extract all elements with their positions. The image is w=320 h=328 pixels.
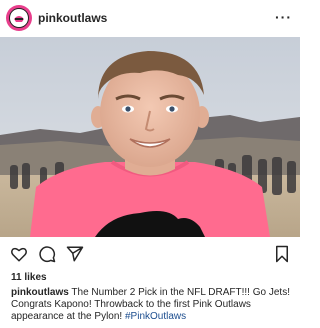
post-photo-illustration [0, 37, 300, 237]
post-caption: pinkoutlaws The Number 2 Pick in the NFL… [11, 287, 296, 323]
post-header: pinkoutlaws ··· [0, 0, 300, 37]
heart-outline-icon[interactable] [10, 245, 28, 263]
post-photo[interactable] [0, 37, 300, 237]
outlaws-logo-icon [9, 8, 29, 28]
paper-plane-icon[interactable] [66, 245, 84, 263]
action-bar [0, 240, 300, 266]
comment-bubble-icon[interactable] [38, 245, 56, 263]
likes-count[interactable]: 11 likes [11, 272, 47, 283]
bookmark-icon[interactable] [273, 245, 291, 263]
post-username[interactable]: pinkoutlaws [38, 11, 107, 25]
caption-hashtag[interactable]: #PinkOutlaws [125, 311, 186, 322]
avatar[interactable] [6, 5, 32, 31]
caption-username[interactable]: pinkoutlaws [11, 287, 69, 298]
more-options-icon[interactable]: ··· [275, 9, 292, 25]
